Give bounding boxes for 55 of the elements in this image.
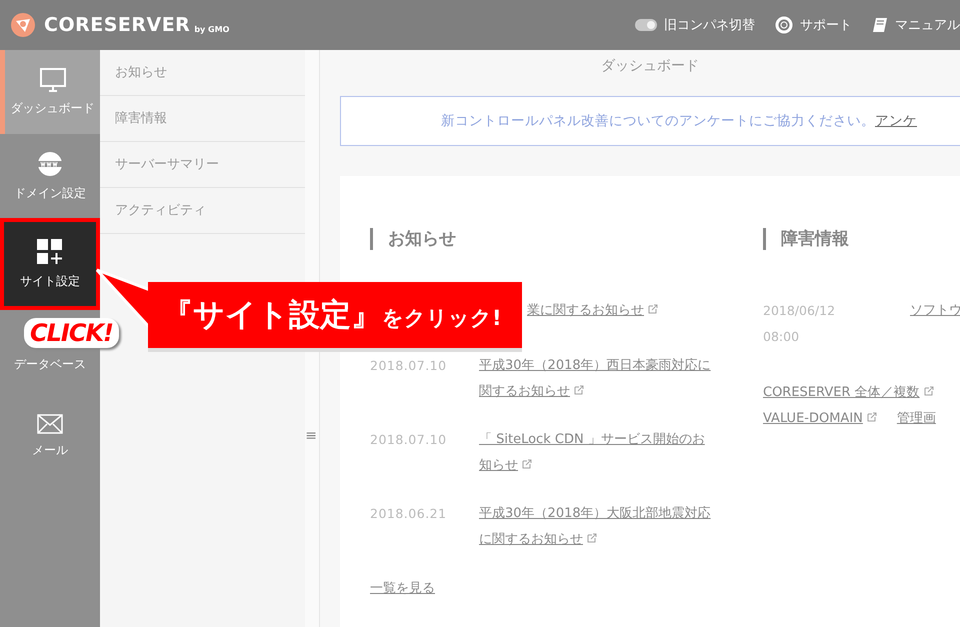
brand-name: CORESERVER bbox=[44, 14, 190, 36]
external-link-icon bbox=[522, 459, 532, 469]
header-link-label: マニュアル bbox=[895, 17, 960, 34]
external-link-icon bbox=[574, 385, 584, 395]
news-link[interactable]: 業に関するお知らせ bbox=[527, 298, 717, 324]
sidebar-label: ドメイン設定 bbox=[14, 184, 86, 202]
logo-icon bbox=[10, 12, 36, 38]
header-link-label: サポート bbox=[800, 17, 852, 34]
incident-heading: 障害情報 bbox=[763, 228, 960, 250]
header-link[interactable]: マニュアル bbox=[872, 16, 960, 34]
callout-emphasis: 『サイト設定』 bbox=[162, 296, 382, 335]
external-link-icon bbox=[866, 412, 877, 422]
incident-link[interactable]: ソフトウ bbox=[910, 298, 960, 350]
brand-suffix: by GMO bbox=[194, 24, 230, 34]
news-date: 2018.07.10 bbox=[370, 357, 448, 375]
sidebar-item[interactable]: データベース bbox=[0, 348, 100, 394]
click-label: CLICK! bbox=[24, 318, 119, 348]
sidebar-item[interactable]: ドメイン設定 bbox=[0, 134, 100, 218]
admin-link[interactable]: 管理画 bbox=[896, 406, 936, 432]
sidebar-item[interactable]: サイト設定 bbox=[0, 218, 100, 310]
lifebuoy-icon bbox=[775, 16, 793, 34]
globe-icon bbox=[37, 150, 63, 176]
external-link-icon bbox=[648, 304, 658, 314]
page-title: ダッシュボード bbox=[600, 57, 700, 76]
header-link-label: 旧コンパネ切替 bbox=[664, 17, 755, 34]
news-link[interactable]: 平成30年（2018年）西日本豪雨対応に関するお知らせ bbox=[479, 353, 717, 405]
callout-text: をクリック! bbox=[382, 305, 502, 332]
sidebar-label: サイト設定 bbox=[20, 272, 80, 290]
external-link-icon bbox=[587, 533, 597, 543]
sidebar-item[interactable]: メール bbox=[0, 394, 100, 478]
incident-date: 2018/06/12 bbox=[763, 302, 836, 320]
incident-time: 08:00 bbox=[763, 328, 800, 346]
status-link[interactable]: CORESERVER 全体／複数 bbox=[763, 385, 934, 400]
sidebar-item[interactable]: ダッシュボード bbox=[0, 50, 100, 134]
monitor-icon bbox=[40, 68, 66, 92]
mail-icon bbox=[37, 414, 63, 434]
news-heading: お知らせ bbox=[370, 228, 717, 250]
header-link[interactable]: 旧コンパネ切替 bbox=[635, 16, 755, 34]
more-link[interactable]: 一覧を見る bbox=[370, 579, 435, 597]
sidebar-label: メール bbox=[32, 442, 68, 458]
book-icon bbox=[872, 16, 888, 34]
news-link[interactable]: 平成30年（2018年）大阪北部地震対応に関するお知らせ bbox=[479, 501, 717, 553]
news-date: 2018.07.10 bbox=[370, 431, 448, 449]
header-link[interactable]: サポート bbox=[775, 16, 852, 34]
menu-toggle[interactable]: ≡ bbox=[305, 428, 317, 444]
banner-text: 新コントロールパネル改善についてのアンケートにご協力ください。 bbox=[441, 112, 875, 130]
sidebar-label: データベース bbox=[14, 356, 86, 373]
external-link-icon bbox=[924, 386, 934, 396]
survey-link[interactable]: アンケ bbox=[875, 112, 917, 130]
news-link[interactable]: 「 SiteLock CDN 」サービス開始のお知らせ bbox=[479, 427, 717, 479]
sidebar-label: ダッシュボード bbox=[10, 100, 94, 116]
status-link[interactable]: VALUE-DOMAIN bbox=[763, 406, 877, 432]
toggle-switch[interactable] bbox=[635, 19, 657, 31]
news-date: 2018.06.21 bbox=[370, 505, 448, 523]
grid-plus-icon bbox=[37, 238, 63, 264]
